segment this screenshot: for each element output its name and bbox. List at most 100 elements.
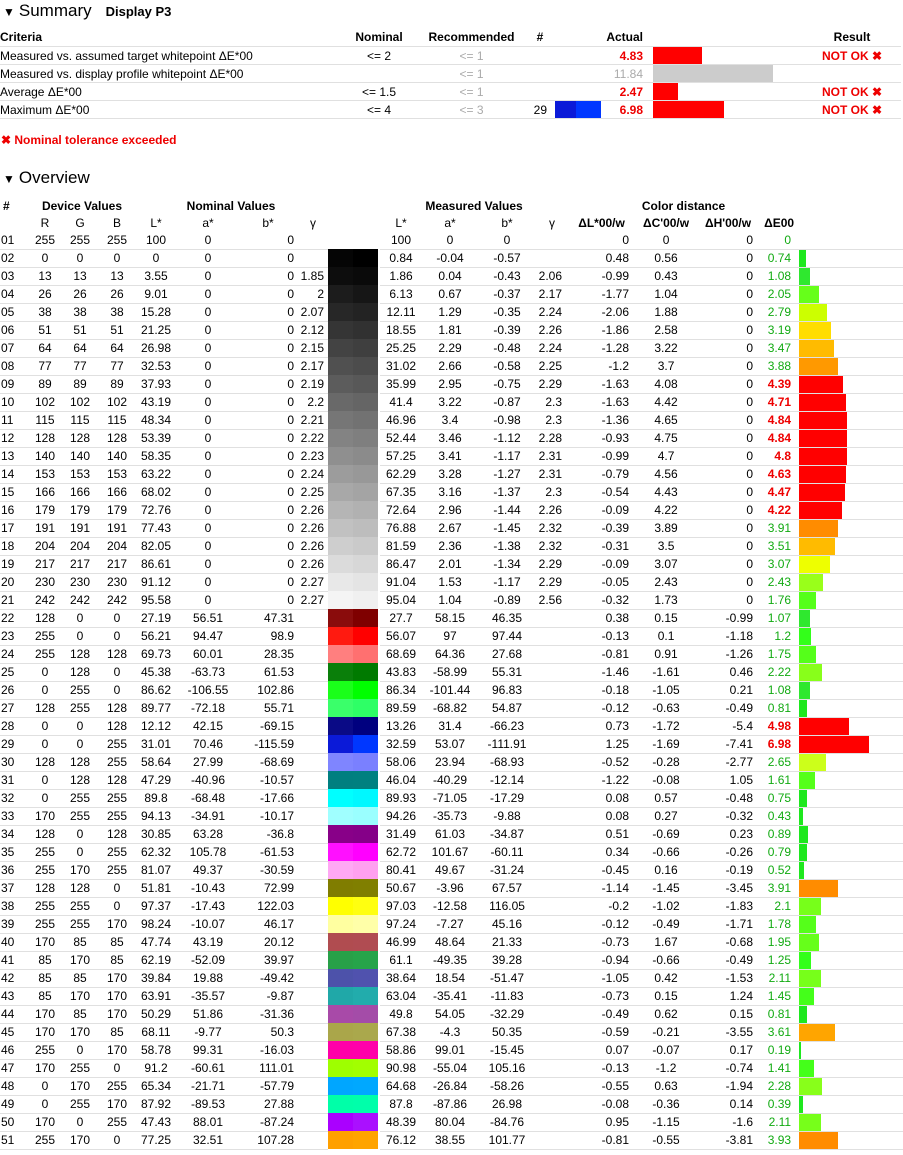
nominal-b: 102.86 [238, 681, 298, 700]
color-swatch [328, 753, 380, 771]
patch-number: 17 [0, 519, 30, 538]
collapse-triangle-icon[interactable]: ▼ [3, 5, 15, 19]
nominal-gamma [298, 987, 329, 1006]
nominal-b: -10.17 [238, 807, 298, 826]
patch-number: 49 [0, 1095, 30, 1114]
g-value: 255 [60, 1059, 100, 1078]
swatch-half [328, 321, 354, 339]
nominal-gamma [298, 663, 329, 682]
swatch-half [328, 303, 354, 321]
swatch-half [353, 609, 379, 627]
num-cell [525, 64, 555, 83]
delta-c: 0.42 [635, 969, 698, 988]
measured-l: 49.8 [380, 1005, 423, 1024]
delta-e-bar [799, 375, 844, 392]
measured-a: 2.96 [422, 501, 479, 520]
nominal-a: 0 [178, 393, 238, 412]
delta-c: -1.69 [635, 735, 698, 754]
b-value: 170 [100, 1005, 134, 1024]
delta-l: -0.09 [568, 555, 636, 574]
b-value: 102 [100, 393, 134, 412]
measured-l: 89.59 [380, 699, 423, 718]
swatch-pair [328, 609, 379, 627]
g-value: 230 [60, 573, 100, 592]
swatch-pair [328, 483, 379, 501]
measured-l: 0.84 [380, 249, 423, 268]
swatch-pair [328, 969, 379, 987]
delta-e-bar-cell [799, 879, 903, 898]
color-distance-header: Color distance [641, 199, 726, 213]
nominal-b: 122.03 [238, 897, 298, 916]
delta-c: 0.1 [635, 627, 698, 646]
nominal-l: 95.58 [134, 591, 178, 610]
overview-header[interactable]: ▼ Overview [0, 168, 90, 188]
patch-number: 46 [0, 1041, 30, 1060]
nominal-l: 51.81 [134, 879, 178, 898]
swatch-half [353, 807, 379, 825]
delta-e-bar-cell [799, 411, 903, 430]
measured-a: -71.05 [422, 789, 479, 808]
measured-gamma [536, 951, 569, 970]
swatch-half [353, 1095, 379, 1113]
g-value: 179 [60, 501, 100, 520]
delta-l: 0.08 [568, 807, 636, 826]
delta-e-bar [799, 807, 804, 824]
collapse-triangle-icon[interactable]: ▼ [3, 172, 15, 186]
swatch-pair [328, 357, 379, 375]
delta-c: 1.73 [635, 591, 698, 610]
nominal-b: 27.88 [238, 1095, 298, 1114]
nominal-l: 32.53 [134, 357, 178, 376]
nominal-b: 0 [238, 357, 298, 376]
delta-c: 2.43 [635, 573, 698, 592]
delta-e-bar [799, 771, 816, 788]
delta-h: 0 [697, 519, 760, 538]
delta-h: 0 [697, 483, 760, 502]
r-value: 230 [30, 573, 60, 592]
swatch-pair [328, 681, 379, 699]
swatch-pair [328, 699, 379, 717]
swatch-pair [328, 339, 379, 357]
delta-e-bar-cell [799, 483, 903, 502]
measured-b: 116.05 [478, 897, 537, 916]
nominal-l: 100 [134, 231, 178, 250]
measured-l: 81.59 [380, 537, 423, 556]
r-value: 179 [30, 501, 60, 520]
nominal-a: 88.01 [178, 1113, 238, 1132]
delta-h: -0.49 [697, 951, 760, 970]
delta-e-bar [799, 1095, 804, 1112]
delta-l: -0.32 [568, 591, 636, 610]
delta-e-bar [799, 591, 817, 608]
summary-header[interactable]: ▼ Summary Display P3 [0, 1, 171, 21]
criteria-cell: Measured vs. display profile whitepoint … [0, 64, 340, 83]
nominal-b: 39.97 [238, 951, 298, 970]
patch-number: 27 [0, 699, 30, 718]
swatch-half [353, 339, 379, 357]
delta-e: 1.95 [759, 933, 800, 952]
actual-header: Actual [555, 28, 653, 47]
measured-gamma: 2.25 [536, 357, 569, 376]
nominal-cell [340, 64, 418, 83]
measured-gamma-header: γ [549, 216, 556, 230]
swatch-half [328, 1059, 354, 1077]
delta-e-bar [799, 1059, 814, 1076]
patch-number: 39 [0, 915, 30, 934]
swatch-half [328, 357, 354, 375]
measured-a: -35.73 [422, 807, 479, 826]
nominal-b: -16.03 [238, 1041, 298, 1060]
delta-h: -1.94 [697, 1077, 760, 1096]
delta-c: 3.22 [635, 339, 698, 358]
g-value: 170 [60, 987, 100, 1006]
measured-b: 26.98 [478, 1095, 537, 1114]
swatch-pair [328, 231, 379, 249]
delta-c: 0.57 [635, 789, 698, 808]
delta-h: -1.6 [697, 1113, 760, 1132]
summary-table: Criteria Nominal Recommended # Actual Re… [0, 28, 901, 119]
color-swatch [328, 933, 380, 951]
delta-h: 1.05 [697, 771, 760, 790]
nominal-b: 0 [238, 465, 298, 484]
swatch-pair [328, 807, 379, 825]
measured-a: 64.36 [422, 645, 479, 664]
measured-a: -7.27 [422, 915, 479, 934]
delta-h: 0 [697, 573, 760, 592]
measured-b: 97.44 [478, 627, 537, 646]
